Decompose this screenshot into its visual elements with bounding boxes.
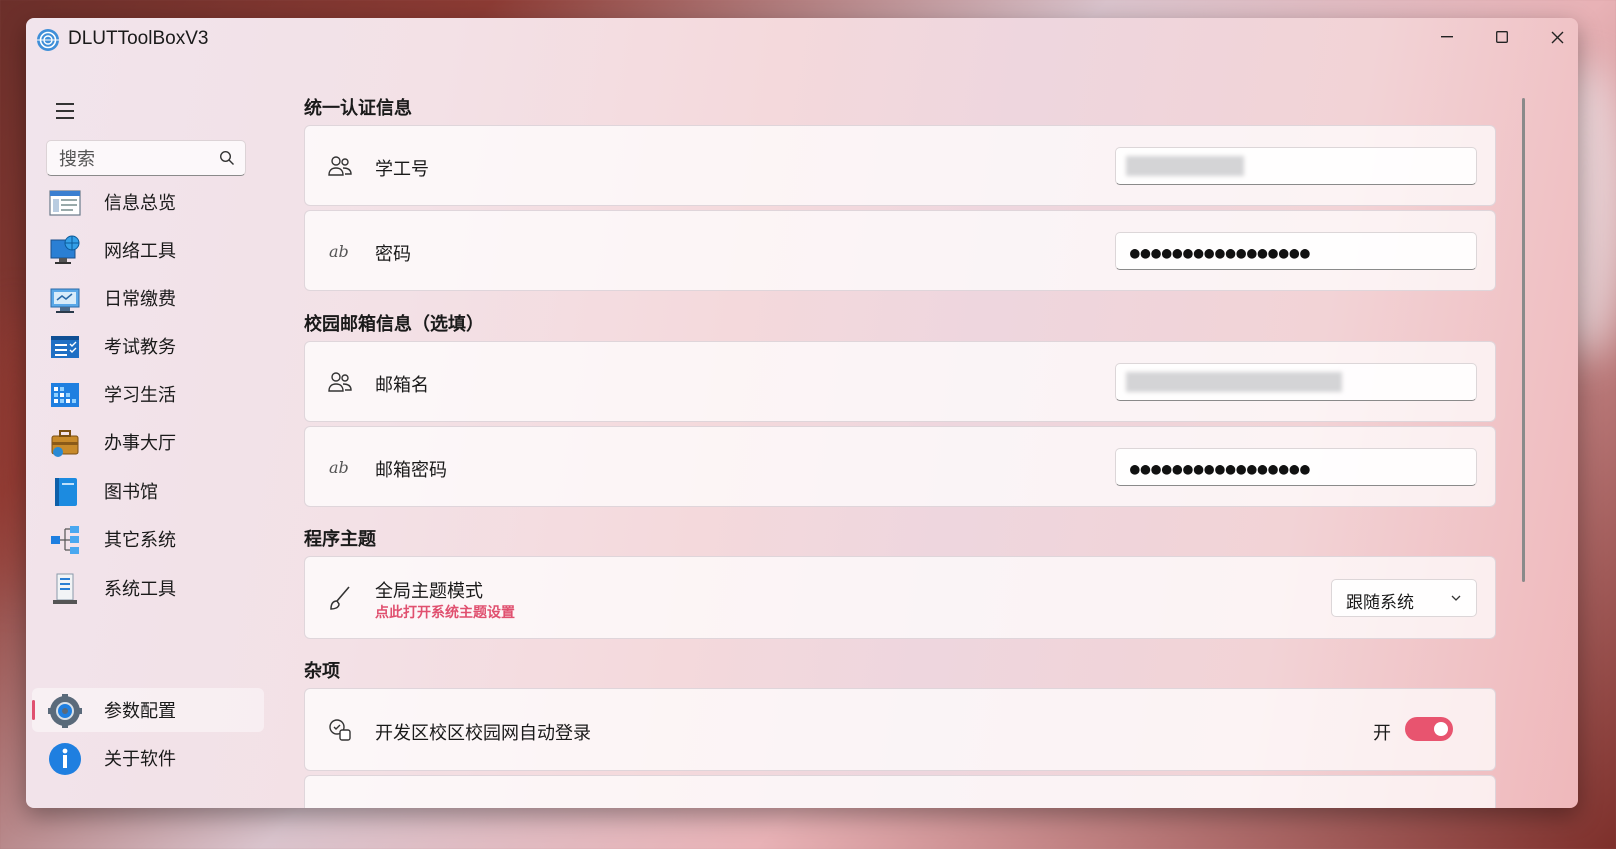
section-title-misc: 杂项 xyxy=(304,661,340,682)
sidebar-item-label: 图书馆 xyxy=(104,482,158,503)
sidebar-item-exam[interactable]: 考试教务 xyxy=(32,324,264,368)
exam-icon xyxy=(51,336,79,358)
section-title-auth: 统一认证信息 xyxy=(304,98,412,119)
password-input[interactable] xyxy=(1128,233,1462,271)
sidebar-item-label: 其它系统 xyxy=(104,530,176,551)
app-window: DLUTToolBoxV3 信息总览 xyxy=(26,18,1578,808)
theme-mode-selected: 跟随系统 xyxy=(1346,593,1414,613)
people-icon xyxy=(328,156,352,176)
open-system-theme-link[interactable]: 点此打开系统主题设置 xyxy=(375,602,515,622)
gear-icon xyxy=(48,694,82,728)
password-field[interactable] xyxy=(1115,232,1477,271)
svg-text:ab: ab xyxy=(329,458,349,477)
search-input[interactable] xyxy=(57,141,211,177)
people-icon xyxy=(328,372,352,392)
next-setting-card xyxy=(304,775,1496,808)
nav-toggle-button[interactable] xyxy=(48,96,82,126)
sidebar-item-label: 网络工具 xyxy=(104,241,176,262)
network-icon xyxy=(50,235,80,264)
password-label: 密码 xyxy=(375,244,411,265)
selection-indicator xyxy=(32,700,35,720)
search-icon[interactable] xyxy=(219,150,235,166)
auto-login-icon xyxy=(329,719,351,741)
mail-name-label: 邮箱名 xyxy=(375,375,429,396)
minimize-button[interactable] xyxy=(1424,18,1470,56)
minimize-icon xyxy=(1441,36,1453,38)
title-bar[interactable]: DLUTToolBoxV3 xyxy=(26,18,1578,62)
hamburger-icon-line xyxy=(56,110,74,112)
system-tools-icon xyxy=(53,573,77,604)
sidebar-item-study[interactable]: 学习生活 xyxy=(32,372,264,416)
section-title-mail: 校园邮箱信息（选填） xyxy=(304,314,484,335)
toggle-state-label: 开 xyxy=(1373,723,1391,744)
sidebar-item-label: 关于软件 xyxy=(104,749,176,770)
payment-icon xyxy=(50,288,80,313)
section-title-theme: 程序主题 xyxy=(304,529,376,550)
close-button[interactable] xyxy=(1534,18,1578,56)
brush-icon xyxy=(330,586,350,610)
app-title: DLUTToolBoxV3 xyxy=(68,28,209,49)
sidebar-item-label: 信息总览 xyxy=(104,193,176,214)
service-hall-icon xyxy=(51,430,79,457)
theme-mode-dropdown[interactable]: 跟随系统 xyxy=(1331,579,1477,617)
mail-password-card: ab 邮箱密码 xyxy=(304,426,1496,507)
student-id-field[interactable] xyxy=(1115,147,1477,186)
mail-name-card: 邮箱名 xyxy=(304,341,1496,422)
info-icon xyxy=(49,743,81,775)
app-logo-icon xyxy=(37,29,59,51)
sidebar-item-label: 办事大厅 xyxy=(104,433,176,454)
password-card: ab 密码 xyxy=(304,210,1496,291)
mail-password-input[interactable] xyxy=(1128,449,1462,487)
sidebar-item-label: 系统工具 xyxy=(104,579,176,600)
mail-password-field[interactable] xyxy=(1115,448,1477,487)
sidebar-item-service-hall[interactable]: 办事大厅 xyxy=(32,420,264,464)
sidebar-item-settings[interactable]: 参数配置 xyxy=(32,688,264,732)
close-icon xyxy=(1551,31,1563,43)
sidebar-item-label: 考试教务 xyxy=(104,337,176,358)
sidebar-item-system-tools[interactable]: 系统工具 xyxy=(32,566,264,610)
sidebar-item-overview[interactable]: 信息总览 xyxy=(32,180,264,224)
theme-card: 全局主题模式 点此打开系统主题设置 跟随系统 xyxy=(304,556,1496,639)
study-icon xyxy=(51,383,79,407)
autologin-toggle[interactable] xyxy=(1405,717,1453,741)
search-box[interactable] xyxy=(46,140,246,177)
redacted-value xyxy=(1126,372,1342,392)
student-id-card: 学工号 xyxy=(304,125,1496,206)
text-field-icon: ab xyxy=(329,242,349,261)
maximize-button[interactable] xyxy=(1479,18,1525,56)
maximize-icon xyxy=(1496,31,1508,43)
chevron-down-icon xyxy=(1451,595,1461,601)
overview-icon xyxy=(49,190,81,216)
sidebar-item-network[interactable]: 网络工具 xyxy=(32,228,264,272)
autologin-label: 开发区校区校园网自动登录 xyxy=(375,723,591,744)
redacted-value xyxy=(1126,156,1244,176)
sidebar-item-about[interactable]: 关于软件 xyxy=(32,736,264,780)
sidebar-item-label: 参数配置 xyxy=(104,701,176,722)
toggle-knob xyxy=(1434,722,1448,736)
mail-password-label: 邮箱密码 xyxy=(375,460,447,481)
autologin-card: 开发区校区校园网自动登录 开 xyxy=(304,688,1496,771)
scrollbar[interactable] xyxy=(1522,98,1525,582)
sidebar-item-library[interactable]: 图书馆 xyxy=(32,469,264,513)
mail-name-field[interactable] xyxy=(1115,363,1477,402)
hamburger-icon-line xyxy=(56,117,74,119)
other-systems-icon xyxy=(51,526,79,554)
theme-mode-label: 全局主题模式 xyxy=(375,581,483,602)
sidebar-item-label: 日常缴费 xyxy=(104,289,176,310)
text-field-icon: ab xyxy=(329,458,349,477)
library-icon xyxy=(55,478,77,506)
sidebar-item-other-systems[interactable]: 其它系统 xyxy=(32,517,264,561)
hamburger-icon-line xyxy=(56,103,74,105)
sidebar-item-label: 学习生活 xyxy=(104,385,176,406)
svg-text:ab: ab xyxy=(329,242,349,261)
student-id-label: 学工号 xyxy=(375,159,429,180)
sidebar-item-payment[interactable]: 日常缴费 xyxy=(32,276,264,320)
